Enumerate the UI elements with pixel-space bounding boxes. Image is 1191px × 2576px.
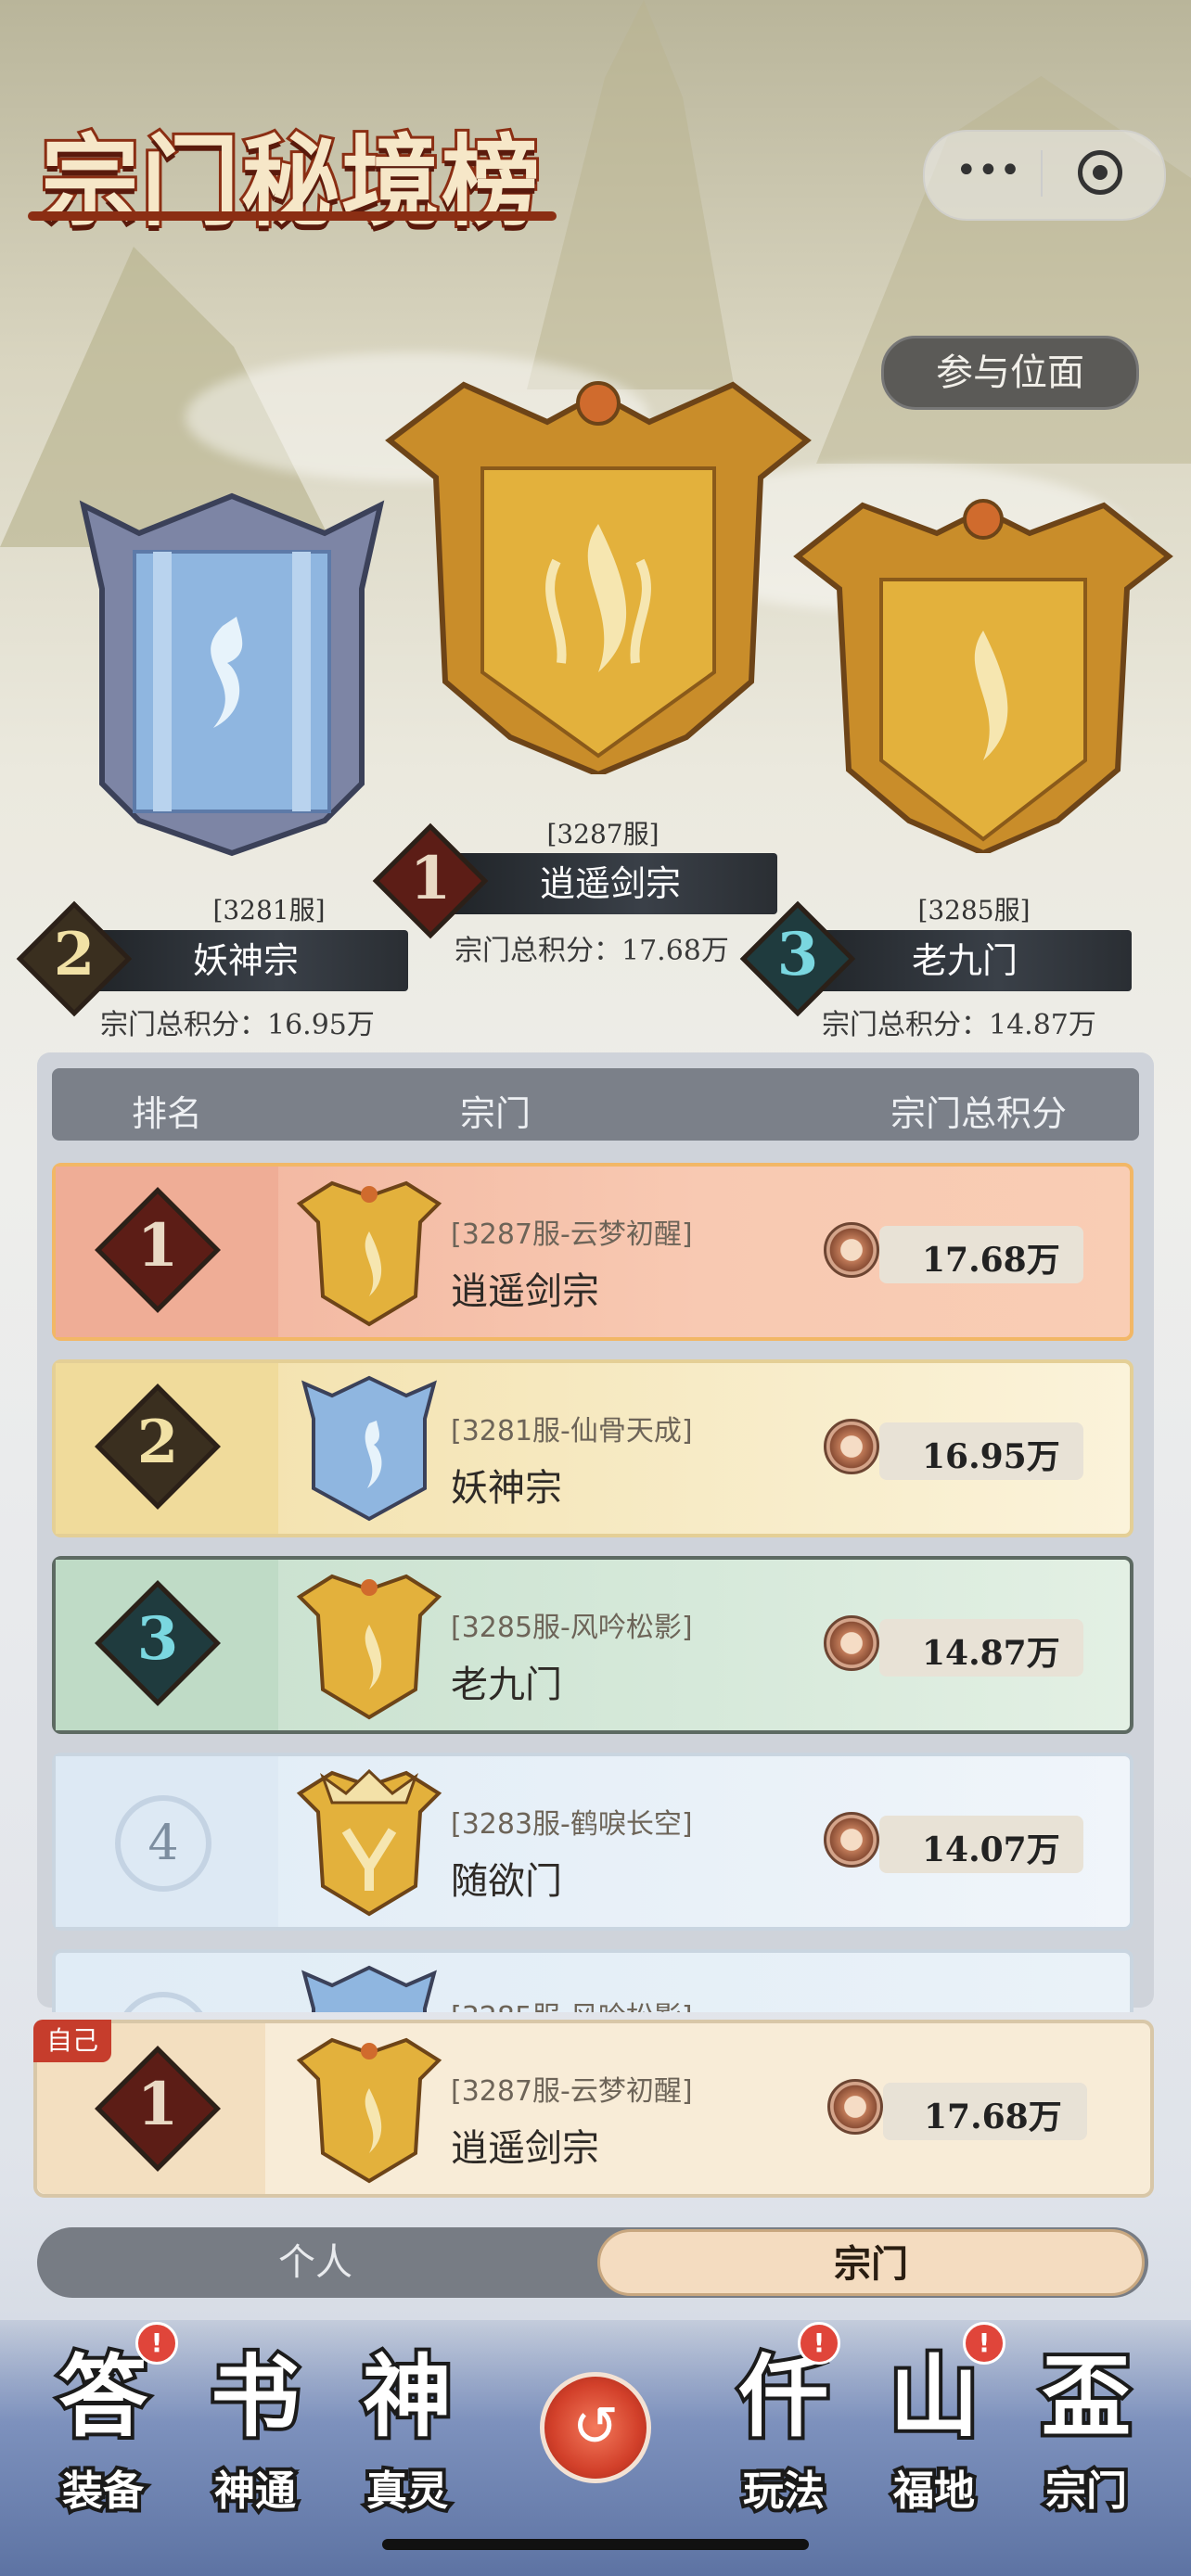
nav-label: 福地 bbox=[890, 2464, 979, 2519]
nav-label: 宗门 bbox=[1042, 2464, 1131, 2519]
nav-sect[interactable]: 盃 宗门 bbox=[1026, 2337, 1146, 2522]
nav-gameplay[interactable]: 仟 玩法 ! bbox=[724, 2322, 844, 2522]
sect-icon: 盃 bbox=[1038, 2340, 1134, 2453]
row-server: [3285服-风吟松影] bbox=[451, 1612, 693, 1644]
nav-label: 真灵 bbox=[363, 2464, 452, 2519]
blue-banner-icon bbox=[301, 1375, 437, 1522]
tab-sect[interactable]: 宗门 bbox=[597, 2229, 1145, 2296]
blue-banner-icon bbox=[301, 1965, 437, 2012]
row-score: 14.87万 bbox=[922, 1634, 1060, 1673]
row-server: [3281服-仙骨天成] bbox=[451, 1415, 693, 1447]
self-score: 17.68万 bbox=[924, 2098, 1062, 2136]
table-scroll-area[interactable]: 1 [3287服-云梦初醒] 逍遥剑宗 17.68万 2 [3281服-仙骨天成… bbox=[0, 0, 1191, 2012]
spirit-icon: 神 bbox=[359, 2340, 455, 2453]
nav-equipment[interactable]: 答 装备 ! bbox=[43, 2322, 178, 2522]
row-server: [3285服-风吟松影] bbox=[451, 1994, 693, 2012]
row-sect-name: 逍遥剑宗 bbox=[451, 1270, 599, 1313]
home-indicator bbox=[382, 2539, 809, 2550]
nav-skills[interactable]: 书 神通 bbox=[195, 2337, 315, 2522]
self-tag: 自己 bbox=[33, 2020, 111, 2062]
row-server: [3287服-云梦初醒] bbox=[451, 1218, 693, 1251]
alert-badge-icon: ! bbox=[963, 2322, 1005, 2365]
row-score: 17.68万 bbox=[922, 1241, 1060, 1280]
score-coin-icon bbox=[824, 1222, 879, 1278]
self-rank: 1 bbox=[136, 2070, 179, 2139]
row-rank: 1 bbox=[136, 1211, 179, 1281]
nav-label: 神通 bbox=[211, 2464, 300, 2519]
gold-banner-icon bbox=[296, 1768, 442, 1917]
row-rank: 2 bbox=[136, 1408, 179, 1477]
row-sect-name: 老九门 bbox=[451, 1664, 562, 1706]
gold-banner-icon bbox=[296, 2037, 442, 2184]
tab-personal[interactable]: 个人 bbox=[37, 2227, 594, 2298]
row-rank: 4 bbox=[147, 1816, 179, 1871]
nav-label: 装备 bbox=[58, 2464, 147, 2519]
swirl-icon: ↺ bbox=[571, 2394, 620, 2459]
score-coin-icon bbox=[824, 1419, 879, 1474]
skills-icon: 书 bbox=[207, 2340, 303, 2453]
gold-banner-icon bbox=[296, 1180, 442, 1327]
gold-banner-icon bbox=[296, 1574, 442, 1720]
row-score: 16.95万 bbox=[922, 1437, 1060, 1476]
row-sect-name: 妖神宗 bbox=[451, 1467, 562, 1510]
row-server: [3283服-鹤唳长空] bbox=[451, 1808, 693, 1841]
self-sect-name: 逍遥剑宗 bbox=[451, 2127, 599, 2170]
row-rank: 3 bbox=[136, 1604, 179, 1674]
score-coin-icon bbox=[824, 1615, 879, 1671]
self-server: [3287服-云梦初醒] bbox=[451, 2075, 693, 2108]
nav-spirit[interactable]: 神 真灵 bbox=[347, 2337, 467, 2522]
row-sect-name: 随欲门 bbox=[451, 1860, 562, 1903]
score-coin-icon bbox=[824, 1812, 879, 1868]
alert-badge-icon: ! bbox=[798, 2322, 840, 2365]
row-score: 14.07万 bbox=[922, 1830, 1060, 1869]
alert-badge-icon: ! bbox=[135, 2322, 178, 2365]
nav-label: 玩法 bbox=[739, 2464, 828, 2519]
nav-blessed-land[interactable]: 山 福地 ! bbox=[874, 2322, 1005, 2522]
score-coin-icon bbox=[827, 2079, 883, 2135]
